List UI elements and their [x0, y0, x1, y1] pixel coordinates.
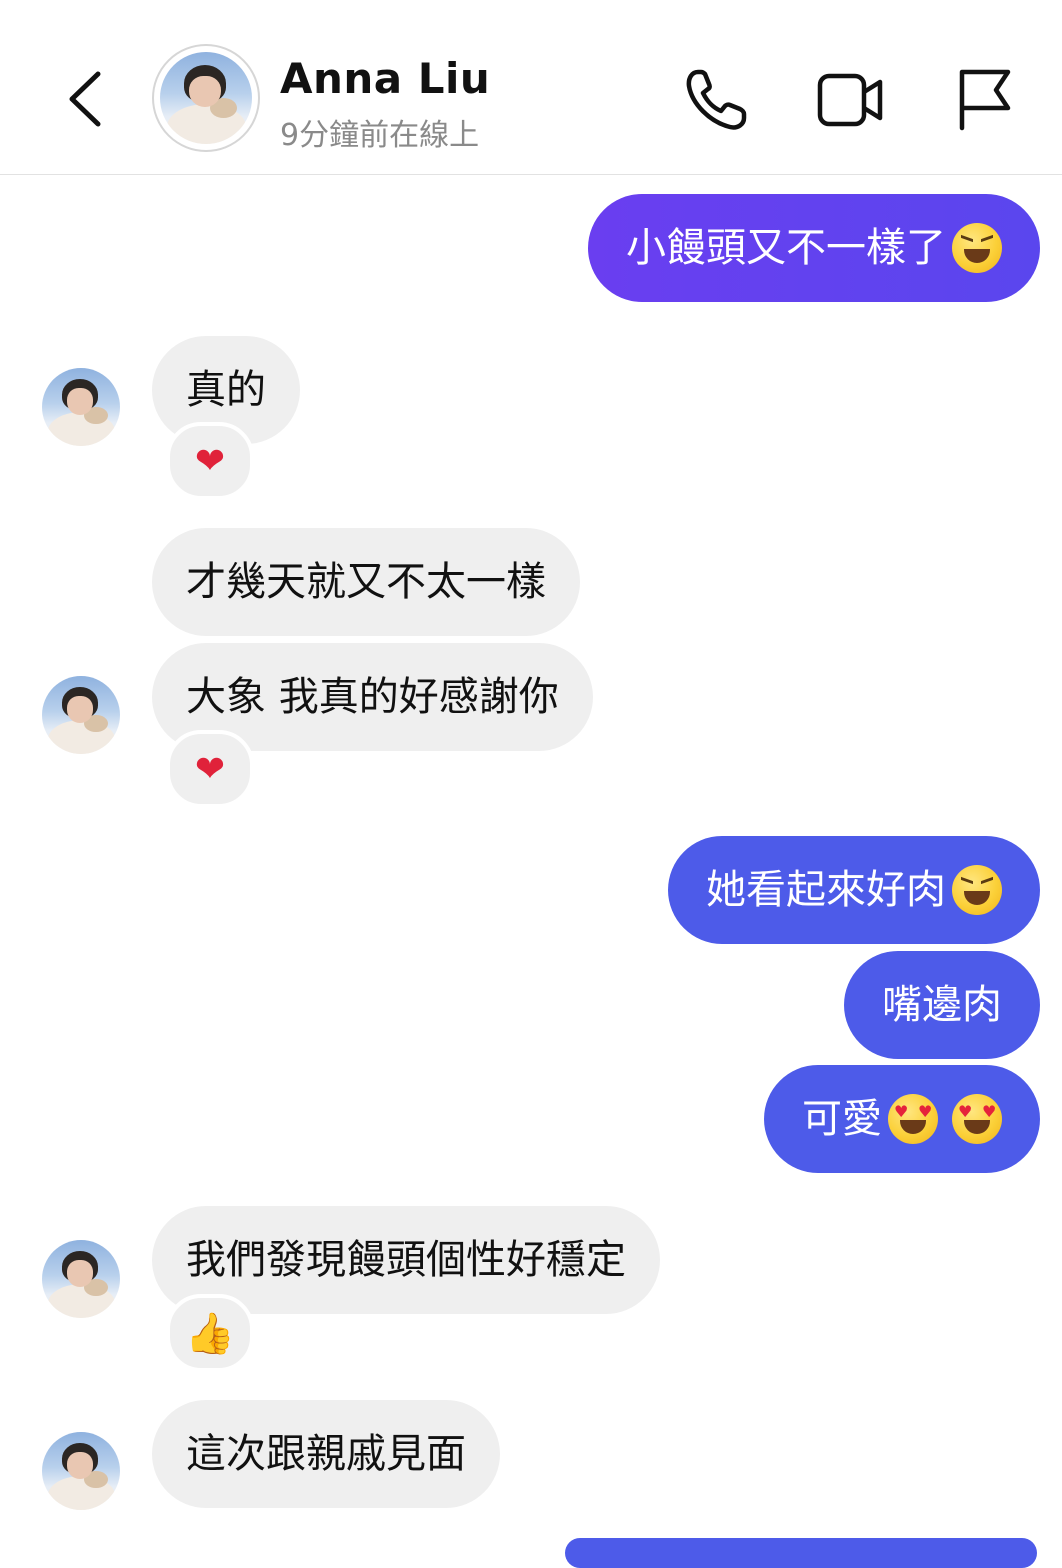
thumbs-up-icon: 👍 — [185, 1310, 235, 1357]
message-text: 小饅頭又不一樣了 — [626, 225, 946, 271]
avatar-photo — [42, 1432, 120, 1510]
phone-icon — [686, 69, 747, 130]
message-text: 她看起來好肉 — [706, 867, 946, 913]
heart-icon: ❤ — [194, 748, 226, 790]
sender-avatar[interactable] — [42, 1432, 120, 1510]
avatar-photo — [42, 676, 120, 754]
outgoing-message-partial[interactable] — [565, 1538, 1037, 1568]
back-button[interactable] — [60, 66, 116, 132]
online-status: 9分鐘前在線上 — [280, 118, 480, 153]
heart-eyes-face-icon: ♥ ♥ — [888, 1094, 938, 1144]
call-button[interactable] — [680, 64, 752, 136]
message-text: 嘴邊肉 — [882, 982, 1002, 1028]
incoming-message[interactable]: 這次跟親戚見面 — [152, 1400, 500, 1508]
chevron-left-icon — [69, 71, 101, 127]
message-text: 可愛 — [802, 1096, 882, 1142]
report-button[interactable] — [948, 64, 1020, 136]
avatar-photo — [42, 368, 120, 446]
heart-eyes-face-icon: ♥ ♥ — [952, 1094, 1002, 1144]
message-text: 才幾天就又不太一樣 — [186, 559, 546, 605]
heart-icon: ❤ — [194, 440, 226, 482]
sender-avatar[interactable] — [42, 676, 120, 754]
thumbs-up-reaction[interactable]: 👍 — [166, 1294, 254, 1372]
message-text: 大象 我真的好感謝你 — [186, 674, 559, 720]
chat-header: Anna Liu 9分鐘前在線上 — [0, 0, 1062, 175]
flag-icon — [959, 69, 1011, 131]
incoming-message[interactable]: 才幾天就又不太一樣 — [152, 528, 580, 636]
video-icon — [817, 73, 883, 127]
contact-avatar[interactable] — [152, 44, 260, 152]
outgoing-message[interactable]: 她看起來好肉 — [668, 836, 1040, 944]
sender-avatar[interactable] — [42, 368, 120, 446]
message-text: 這次跟親戚見面 — [186, 1431, 466, 1477]
heart-reaction[interactable]: ❤ — [166, 422, 254, 500]
message-text: 我們發現饅頭個性好穩定 — [186, 1237, 626, 1283]
heart-reaction[interactable]: ❤ — [166, 730, 254, 808]
avatar-photo — [160, 52, 252, 144]
grinning-squinting-face-icon — [952, 223, 1002, 273]
outgoing-message[interactable]: 小饅頭又不一樣了 — [588, 194, 1040, 302]
outgoing-message[interactable]: 可愛 ♥ ♥ ♥ ♥ — [764, 1065, 1040, 1173]
video-call-button[interactable] — [814, 64, 886, 136]
grinning-squinting-face-icon — [952, 865, 1002, 915]
sender-avatar[interactable] — [42, 1240, 120, 1318]
contact-name[interactable]: Anna Liu — [280, 54, 490, 103]
message-text: 真的 — [186, 367, 266, 413]
outgoing-message[interactable]: 嘴邊肉 — [844, 951, 1040, 1059]
avatar-photo — [42, 1240, 120, 1318]
